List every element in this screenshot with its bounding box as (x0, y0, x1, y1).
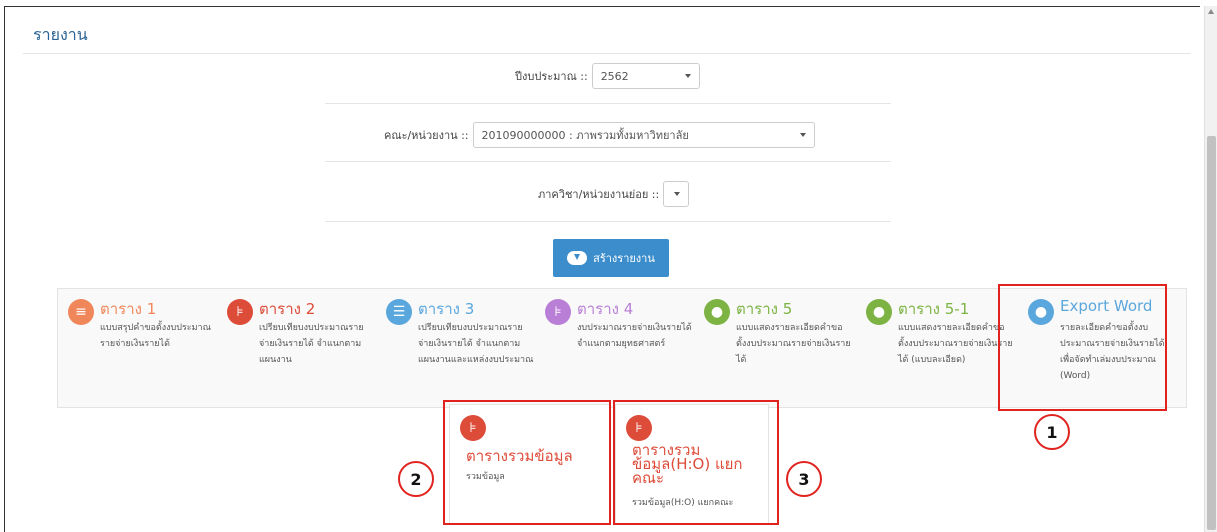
faculty-value: 201090000000 : ภาพรวมทั้งมหาวิทยาลัย (481, 129, 689, 142)
callout-number: 2 (398, 461, 434, 497)
report-card-table-1[interactable]: ≡ ตาราง 1 แบบสรุปคำขอตั้งงบประมาณรายจ่าย… (58, 289, 217, 407)
faculty-select[interactable]: 201090000000 : ภาพรวมทั้งมหาวิทยาลัย (472, 122, 815, 148)
highlight-box-export-word (998, 284, 1167, 411)
row-divider (325, 221, 891, 222)
highlight-box-summary (443, 400, 611, 525)
sitemap-icon: ⊧ (227, 299, 253, 325)
chevron-down-icon (674, 192, 681, 196)
report-panel: รายงาน ปีงบประมาณ :: 2562 คณะ/หน่วยงาน :… (23, 11, 1193, 531)
department-row: ภาควิชา/หน่วยงานย่อย :: (538, 181, 690, 207)
scrollbar-thumb[interactable] (1207, 136, 1216, 530)
faculty-label: คณะ/หน่วยงาน :: (384, 129, 469, 142)
report-card-table-5[interactable]: ● ตาราง 5 แบบแสดงรายละเอียดคำขอตั้งงบประ… (694, 289, 856, 407)
report-card-desc: แบบแสดงรายละเอียดคำขอตั้งงบประมาณรายจ่าย… (898, 323, 1013, 365)
budget-year-row: ปีงบประมาณ :: 2562 (515, 63, 700, 89)
faculty-row: คณะ/หน่วยงาน :: 201090000000 : ภาพรวมทั้… (384, 122, 815, 148)
cloud-download-icon (567, 251, 588, 265)
report-card-table-2[interactable]: ⊧ ตาราง 2 เปรียบเทียบงบประมาณรายจ่ายเงิน… (217, 289, 376, 407)
report-card-title: ตาราง 1 (100, 300, 157, 318)
table-icon: ☰ (386, 299, 412, 325)
chevron-down-icon (684, 74, 691, 78)
report-card-title: ตาราง 2 (259, 300, 316, 318)
title-divider (23, 53, 1191, 54)
report-card-table-4[interactable]: ⊧ ตาราง 4 งบประมาณรายจ่ายเงินรายได้ จำแน… (535, 289, 694, 407)
tree-icon: ⊧ (545, 299, 571, 325)
report-card-desc: เปรียบเทียบงบประมาณรายจ่ายเงินรายได้ จำแ… (259, 323, 364, 365)
report-card-desc: งบประมาณรายจ่ายเงินรายได้ จำแนกตามยุทธศา… (577, 323, 692, 349)
highlight-box-summary-by-faculty (613, 400, 779, 525)
create-report-button[interactable]: สร้างรายงาน (553, 239, 669, 277)
department-label: ภาควิชา/หน่วยงานย่อย :: (538, 188, 660, 201)
callout-number: 1 (1034, 414, 1070, 450)
report-card-title: ตาราง 3 (418, 300, 475, 318)
list-icon: ≡ (68, 299, 94, 325)
department-select[interactable] (663, 181, 690, 207)
report-card-desc: แบบแสดงรายละเอียดคำขอตั้งงบประมาณรายจ่าย… (736, 323, 851, 365)
row-divider (325, 103, 891, 104)
scroll-up-arrow-icon[interactable] (1208, 9, 1214, 14)
browser-viewport: รายงาน ปีงบประมาณ :: 2562 คณะ/หน่วยงาน :… (4, 6, 1200, 532)
page-title: รายงาน (33, 25, 88, 44)
budget-year-select[interactable]: 2562 (591, 63, 700, 89)
report-card-table-3[interactable]: ☰ ตาราง 3 เปรียบเทียบงบประมาณรายจ่ายเงิน… (376, 289, 535, 407)
report-card-desc: แบบสรุปคำขอตั้งงบประมาณรายจ่ายเงินรายได้ (100, 323, 211, 349)
create-report-label: สร้างรายงาน (593, 252, 655, 265)
comments-icon: ● (866, 299, 892, 325)
report-card-table-5-1[interactable]: ● ตาราง 5-1 แบบแสดงรายละเอียดคำขอตั้งงบป… (856, 289, 1018, 407)
budget-year-label: ปีงบประมาณ :: (515, 70, 588, 83)
chevron-down-icon (799, 133, 806, 137)
report-card-desc: เปรียบเทียบงบประมาณรายจ่ายเงินรายได้ จำแ… (418, 323, 534, 365)
row-divider (325, 161, 891, 162)
report-card-title: ตาราง 5-1 (898, 300, 970, 318)
report-card-title: ตาราง 4 (577, 300, 634, 318)
callout-number: 3 (786, 461, 822, 497)
vertical-scrollbar[interactable] (1204, 6, 1217, 532)
budget-year-value: 2562 (600, 69, 629, 83)
report-card-title: ตาราง 5 (736, 300, 793, 318)
comments-icon: ● (704, 299, 730, 325)
